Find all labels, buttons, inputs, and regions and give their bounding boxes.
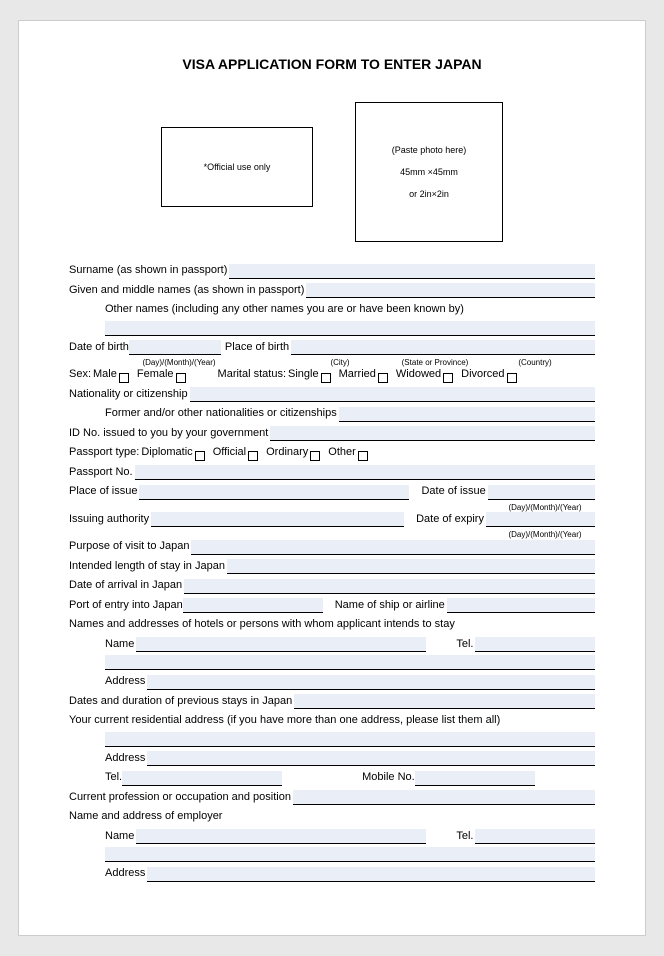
mobile-label: Mobile No. bbox=[362, 769, 415, 786]
stay-extra-line[interactable] bbox=[105, 655, 595, 670]
emp-address-label: Address bbox=[105, 865, 145, 882]
other-label: Other bbox=[328, 444, 356, 461]
passport-type-label: Passport type: bbox=[69, 444, 139, 461]
port-entry-input[interactable] bbox=[183, 598, 323, 613]
date-issue-input[interactable] bbox=[488, 485, 595, 500]
divorced-checkbox[interactable] bbox=[507, 373, 517, 383]
date-arrival-label: Date of arrival in Japan bbox=[69, 577, 182, 594]
male-label: Male bbox=[93, 366, 117, 383]
prev-stays-input[interactable] bbox=[294, 694, 595, 709]
marital-label: Marital status: bbox=[218, 366, 286, 383]
stay-name-label: Name bbox=[105, 636, 134, 653]
ship-airline-label: Name of ship or airline bbox=[335, 597, 445, 614]
employer-label: Name and address of employer bbox=[69, 808, 222, 825]
ordinary-checkbox[interactable] bbox=[310, 451, 320, 461]
emp-name-input[interactable] bbox=[136, 829, 426, 844]
residential-line1[interactable] bbox=[105, 732, 595, 747]
emp-tel-input[interactable] bbox=[475, 829, 595, 844]
nationality-input[interactable] bbox=[190, 387, 595, 402]
res-tel-label: Tel. bbox=[105, 769, 122, 786]
emp-tel-label: Tel. bbox=[456, 828, 473, 845]
res-tel-input[interactable] bbox=[122, 771, 282, 786]
surname-input[interactable] bbox=[229, 264, 595, 279]
official-use-text: *Official use only bbox=[204, 162, 271, 172]
passport-no-label: Passport No. bbox=[69, 464, 133, 481]
divorced-label: Divorced bbox=[461, 366, 504, 383]
ship-airline-input[interactable] bbox=[447, 598, 595, 613]
photo-line1: (Paste photo here) bbox=[392, 145, 467, 155]
intended-length-label: Intended length of stay in Japan bbox=[69, 558, 225, 575]
profession-label: Current profession or occupation and pos… bbox=[69, 789, 291, 806]
female-label: Female bbox=[137, 366, 174, 383]
former-nat-input[interactable] bbox=[339, 407, 595, 422]
nationality-label: Nationality or citizenship bbox=[69, 386, 188, 403]
surname-label: Surname (as shown in passport) bbox=[69, 262, 227, 279]
form-title: VISA APPLICATION FORM TO ENTER JAPAN bbox=[69, 56, 595, 72]
stay-name-input[interactable] bbox=[136, 637, 426, 652]
married-checkbox[interactable] bbox=[378, 373, 388, 383]
widowed-label: Widowed bbox=[396, 366, 441, 383]
stay-tel-input[interactable] bbox=[475, 637, 595, 652]
issuing-auth-input[interactable] bbox=[151, 512, 404, 527]
pob-label: Place of birth bbox=[225, 339, 289, 356]
other-names-input[interactable] bbox=[105, 321, 595, 336]
res-address-input[interactable] bbox=[147, 751, 595, 766]
photo-line3: or 2in×2in bbox=[409, 189, 449, 199]
pob-input[interactable] bbox=[291, 340, 595, 355]
hotels-label: Names and addresses of hotels or persons… bbox=[69, 616, 455, 633]
emp-name-label: Name bbox=[105, 828, 134, 845]
other-checkbox[interactable] bbox=[358, 451, 368, 461]
widowed-checkbox[interactable] bbox=[443, 373, 453, 383]
official-label: Official bbox=[213, 444, 246, 461]
passport-no-input[interactable] bbox=[135, 465, 595, 480]
photo-line2: 45mm ×45mm bbox=[400, 167, 458, 177]
emp-extra-line[interactable] bbox=[105, 847, 595, 862]
date-expiry-label: Date of expiry bbox=[416, 511, 484, 528]
intended-length-input[interactable] bbox=[227, 559, 595, 574]
official-use-box: *Official use only bbox=[161, 127, 313, 207]
married-label: Married bbox=[339, 366, 376, 383]
profession-input[interactable] bbox=[293, 790, 595, 805]
diplomatic-label: Diplomatic bbox=[141, 444, 192, 461]
single-checkbox[interactable] bbox=[321, 373, 331, 383]
former-nat-label: Former and/or other nationalities or cit… bbox=[105, 405, 337, 422]
issuing-auth-label: Issuing authority bbox=[69, 511, 149, 528]
place-issue-input[interactable] bbox=[139, 485, 409, 500]
photo-box: (Paste photo here) 45mm ×45mm or 2in×2in bbox=[355, 102, 503, 242]
purpose-label: Purpose of visit to Japan bbox=[69, 538, 189, 555]
idno-label: ID No. issued to you by your government bbox=[69, 425, 268, 442]
stay-address-input[interactable] bbox=[147, 675, 595, 690]
official-checkbox[interactable] bbox=[248, 451, 258, 461]
given-input[interactable] bbox=[306, 283, 595, 298]
dob-label: Date of birth bbox=[69, 339, 129, 356]
stay-address-label: Address bbox=[105, 673, 145, 690]
date-issue-label: Date of issue bbox=[421, 483, 485, 500]
residential-label: Your current residential address (if you… bbox=[69, 712, 500, 729]
dob-input[interactable] bbox=[129, 340, 221, 355]
single-label: Single bbox=[288, 366, 319, 383]
female-checkbox[interactable] bbox=[176, 373, 186, 383]
diplomatic-checkbox[interactable] bbox=[195, 451, 205, 461]
idno-input[interactable] bbox=[270, 426, 595, 441]
emp-address-input[interactable] bbox=[147, 867, 595, 882]
date-arrival-input[interactable] bbox=[184, 579, 595, 594]
place-issue-label: Place of issue bbox=[69, 483, 137, 500]
stay-tel-label: Tel. bbox=[456, 636, 473, 653]
header-boxes: *Official use only (Paste photo here) 45… bbox=[69, 102, 595, 242]
res-address-label: Address bbox=[105, 750, 145, 767]
date-expiry-input[interactable] bbox=[486, 512, 595, 527]
other-names-label: Other names (including any other names y… bbox=[105, 301, 464, 318]
visa-application-form: VISA APPLICATION FORM TO ENTER JAPAN *Of… bbox=[18, 20, 646, 936]
port-entry-label: Port of entry into Japan bbox=[69, 597, 183, 614]
given-label: Given and middle names (as shown in pass… bbox=[69, 282, 304, 299]
sex-label: Sex: bbox=[69, 366, 91, 383]
male-checkbox[interactable] bbox=[119, 373, 129, 383]
ordinary-label: Ordinary bbox=[266, 444, 308, 461]
mobile-input[interactable] bbox=[415, 771, 535, 786]
purpose-input[interactable] bbox=[191, 540, 595, 555]
prev-stays-label: Dates and duration of previous stays in … bbox=[69, 693, 292, 710]
